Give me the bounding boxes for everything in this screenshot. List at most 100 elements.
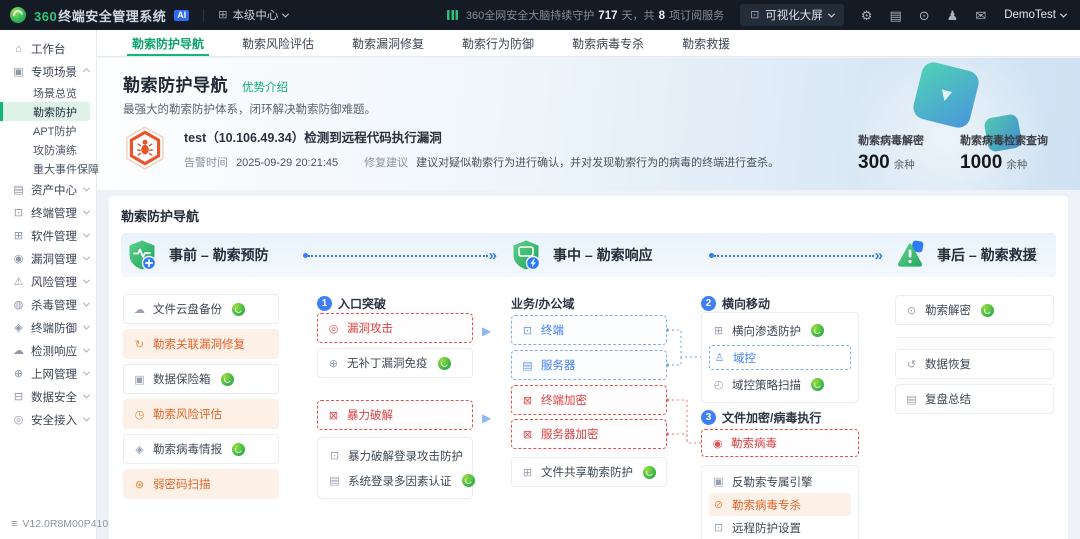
stage-mid: 事中 – 勒索响应	[509, 238, 653, 272]
sidebar-item-vuln-mgmt[interactable]: ◉漏洞管理	[0, 247, 96, 270]
card-mfa-login[interactable]: ▤系统登录多因素认证	[325, 468, 465, 493]
chevron-down-icon	[83, 231, 90, 238]
header-entry-breakthrough: 1入口突破	[317, 295, 386, 312]
sidebar-item-data-security[interactable]: ⊟数据安全	[0, 385, 96, 408]
logo-360-icon	[10, 7, 26, 23]
card-ransom-virus[interactable]: ◉勒索病毒	[701, 429, 859, 457]
card-vuln-attack[interactable]: ◎漏洞攻击	[317, 313, 473, 343]
settings-icon[interactable]: ⚙	[861, 9, 873, 22]
terminal-icon: ⊡	[12, 206, 25, 219]
sidebar-item-secure-access[interactable]: ◎安全接入	[0, 408, 96, 431]
card-ransom-risk-assess[interactable]: ◷勒索风险评估	[123, 399, 279, 429]
cloud-icon: ☁	[133, 303, 146, 316]
guard-count: 8	[659, 10, 665, 22]
alert-row[interactable]: test（10.106.49.34）检测到远程代码执行漏洞 告警时间 2025-0…	[121, 124, 779, 172]
sidebar-item-major-event-support[interactable]: 重大事件保障	[0, 159, 90, 178]
enabled-badge-icon	[811, 324, 824, 337]
tab-vuln-fix[interactable]: 勒索漏洞修复	[333, 30, 443, 56]
alert-title: test（10.106.49.34）检测到远程代码执行漏洞	[184, 127, 779, 146]
patch-icon: ⊕	[327, 357, 340, 370]
sidebar-item-special-scenarios[interactable]: ▣专项场景	[0, 60, 96, 83]
card-server-encrypted[interactable]: ⊠服务器加密	[511, 419, 667, 449]
header-file-encrypt-exec: 3文件加密/病毒执行	[701, 409, 821, 426]
sidebar-item-detection-response[interactable]: ☁检测响应	[0, 339, 96, 362]
card-data-safe-box[interactable]: ▣数据保险箱	[123, 364, 279, 394]
chevron-down-icon	[83, 277, 90, 284]
sidebar-item-workbench[interactable]: ⌂工作台	[0, 37, 96, 60]
account-menu[interactable]: DemoTest	[1004, 9, 1066, 21]
sidebar-item-ransomware-protection[interactable]: 勒索防护	[0, 102, 90, 121]
intel-shield-icon: ◈	[133, 443, 146, 456]
card-remote-protect-settings[interactable]: ⊡远程防护设置	[709, 516, 851, 539]
card-server[interactable]: ▤服务器	[511, 350, 667, 380]
sidebar-item-software-mgmt[interactable]: ⊞软件管理	[0, 224, 96, 247]
tab-bar: 勒索防护导航 勒索风险评估 勒索漏洞修复 勒索行为防御 勒索病毒专杀 勒索救援	[97, 30, 1080, 57]
advantage-intro-link[interactable]: 优势介绍	[242, 79, 288, 95]
lock-icon: ⊠	[521, 428, 534, 441]
app-title-number: 360	[34, 9, 57, 24]
menu-icon[interactable]: ≡	[11, 518, 17, 530]
alert-time-label: 告警时间	[184, 157, 228, 169]
card-ransom-vuln-fix[interactable]: ↻勒索关联漏洞修复	[123, 329, 279, 359]
notice-icon[interactable]: ⊙	[919, 9, 930, 22]
column-divider	[895, 337, 1054, 338]
card-weak-password-scan[interactable]: ⊛弱密码扫描	[123, 469, 279, 499]
tab-risk-assess[interactable]: 勒索风险评估	[223, 30, 333, 56]
center-selector[interactable]: ⊞ 本级中心	[218, 7, 288, 23]
sidebar-item-risk-mgmt[interactable]: ⚠风险管理	[0, 270, 96, 293]
card-ransom-virus-kill[interactable]: ⊘勒索病毒专杀	[709, 493, 851, 516]
version-label: ≡V12.0R8M00P410	[11, 518, 108, 530]
sidebar: ⌂工作台 ▣专项场景 场景总览 勒索防护 APT防护 攻防演练 重大事件保障 ▤…	[0, 30, 97, 539]
sidebar-item-scenario-overview[interactable]: 场景总览	[0, 83, 90, 102]
card-anti-ransom-engine[interactable]: ▣反勒索专属引擎	[709, 470, 851, 493]
grid-icon: ⊞	[218, 10, 227, 21]
card-file-cloud-backup[interactable]: ☁文件云盘备份	[123, 294, 279, 324]
card-ransom-decrypt[interactable]: ⊙勒索解密	[895, 295, 1054, 325]
header-business-domain: 业务/办公域	[511, 295, 574, 312]
sidebar-item-antivirus-mgmt[interactable]: ◍杀毒管理	[0, 293, 96, 316]
sidebar-item-attack-defense-drill[interactable]: 攻防演练	[0, 140, 90, 159]
card-review-summary[interactable]: ▤复盘总结	[895, 384, 1054, 414]
card-terminal[interactable]: ⊡终端	[511, 315, 667, 345]
sidebar-item-terminal-defense[interactable]: ◈终端防御	[0, 316, 96, 339]
user-icon[interactable]: ♟	[947, 9, 959, 22]
sidebar-item-internet-mgmt[interactable]: ⊕上网管理	[0, 362, 96, 385]
card-domain-controller[interactable]: ♙域控	[709, 345, 851, 370]
card-domain-policy-scan[interactable]: ◴域控策略扫描	[709, 372, 851, 397]
scan-clock-icon: ◴	[712, 378, 725, 391]
sidebar-item-terminal-mgmt[interactable]: ⊡终端管理	[0, 201, 96, 224]
sidebar-item-apt-protection[interactable]: APT防护	[0, 121, 90, 140]
card-lateral-penetration-protect[interactable]: ⊞横向渗透防护	[709, 318, 851, 343]
scan-icon: ⊛	[133, 478, 146, 491]
lock-icon: ⊠	[521, 394, 534, 407]
username: DemoTest	[1004, 9, 1056, 21]
sidebar-item-asset-center[interactable]: ▤资产中心	[0, 178, 96, 201]
tab-ransom-nav[interactable]: 勒索防护导航	[113, 30, 223, 56]
card-ransom-intel[interactable]: ◈勒索病毒情报	[123, 434, 279, 464]
stage-arrow-2: »	[709, 248, 883, 263]
divider	[203, 9, 204, 22]
big-screen-button[interactable]: ⊡ 可视化大屏	[740, 4, 844, 26]
card-data-recovery[interactable]: ↺数据恢复	[895, 349, 1054, 379]
lateral-icon: ⊞	[712, 324, 725, 337]
card-brute-force[interactable]: ⊠暴力破解	[317, 400, 473, 430]
tab-rescue[interactable]: 勒索救援	[663, 30, 749, 56]
document-icon[interactable]: ▤	[889, 9, 901, 22]
tab-virus-kill[interactable]: 勒索病毒专杀	[553, 30, 663, 56]
card-brute-login-protect[interactable]: ⊡暴力破解登录攻击防护	[325, 443, 465, 468]
refresh-icon: ↻	[133, 338, 146, 351]
card-patchless-immunity[interactable]: ⊕无补丁漏洞免疫	[317, 348, 473, 378]
stat-search: 勒索病毒检索查询 1000余种	[960, 132, 1048, 174]
card-terminal-encrypted[interactable]: ⊠终端加密	[511, 385, 667, 415]
triangle-alert-icon	[893, 238, 927, 272]
tab-behavior-defense[interactable]: 勒索行为防御	[443, 30, 553, 56]
card-file-share-protect[interactable]: ⊞文件共享勒索防护	[511, 457, 667, 487]
alert-time-value: 2025-09-29 20:21:45	[236, 157, 338, 169]
unlock-icon: ⊙	[905, 304, 918, 317]
chevron-up-icon	[83, 68, 90, 75]
page-title: 勒索防护导航	[123, 71, 228, 96]
chevron-down-icon	[1060, 10, 1067, 17]
mail-icon[interactable]: ✉	[975, 9, 986, 22]
chevron-down-icon	[83, 392, 90, 399]
section-title: 勒索防护导航	[121, 206, 1056, 225]
